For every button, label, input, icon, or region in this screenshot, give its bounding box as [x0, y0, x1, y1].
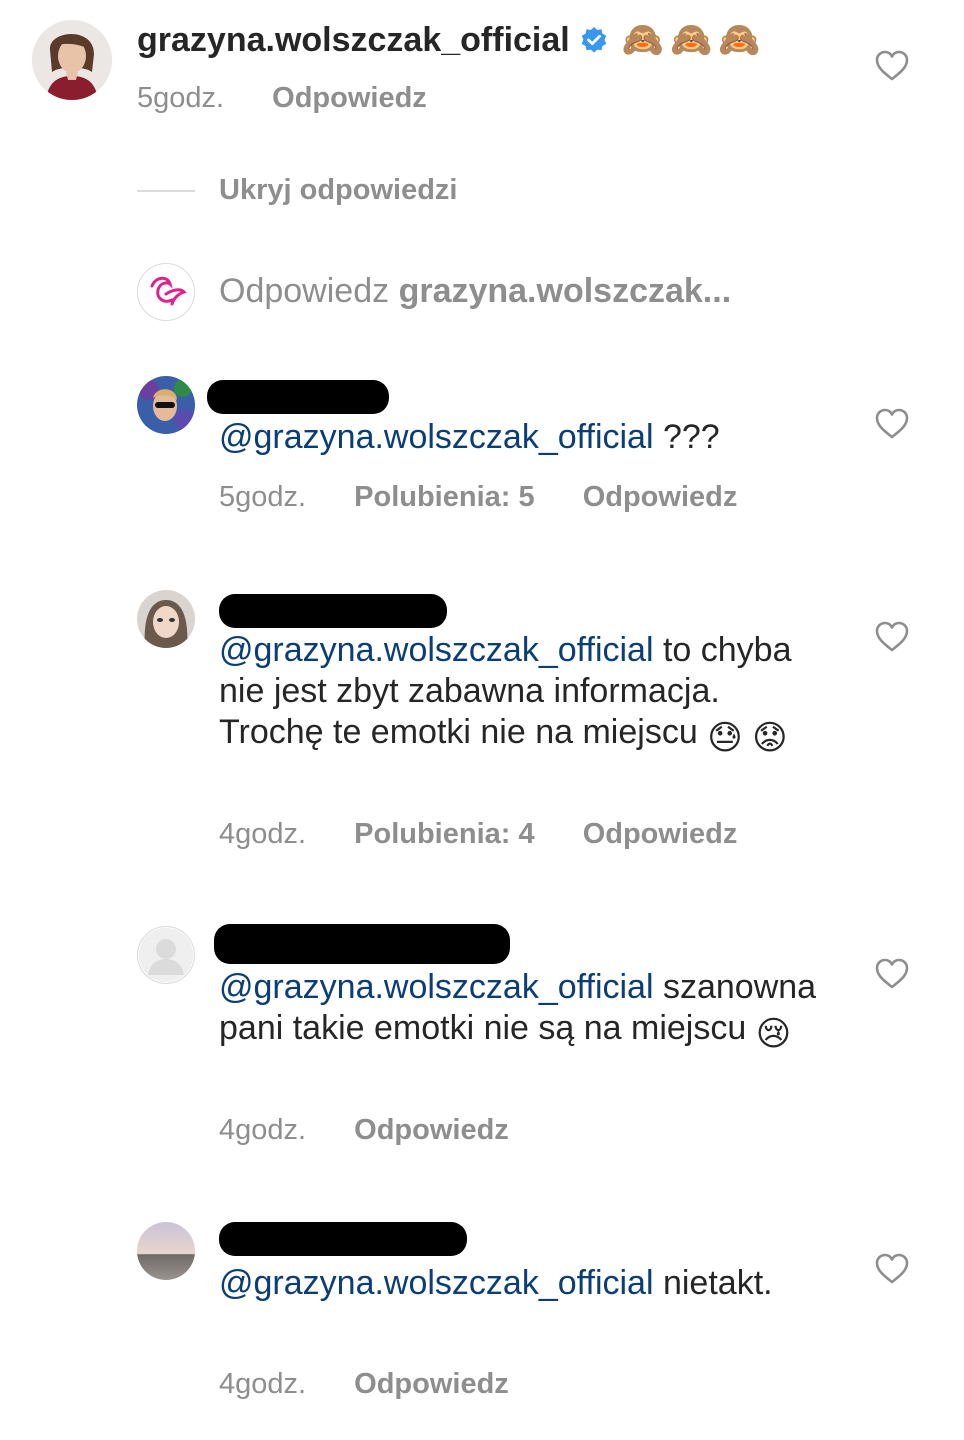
likes-count[interactable]: Polubienia: 4 — [354, 818, 534, 850]
redacted-username-4 — [219, 1222, 467, 1256]
timestamp: 4godz. — [219, 818, 307, 850]
username[interactable]: grazyna.wolszczak_official — [137, 21, 570, 60]
like-heart-icon[interactable] — [875, 958, 909, 990]
reply-1-meta: 5godz. Polubienia: 5 Odpowiedz — [219, 481, 737, 514]
timestamp: 5godz. — [219, 481, 307, 513]
current-user-avatar — [137, 263, 195, 321]
reply-3-meta: 4godz. Odpowiedz — [219, 1114, 509, 1147]
redacted-username-3 — [214, 924, 510, 964]
reply-4-text: @grazyna.wolszczak_official nietakt. — [219, 1264, 773, 1302]
mention-link[interactable]: @grazyna.wolszczak_official — [219, 418, 654, 456]
reply-4-meta: 4godz. Odpowiedz — [219, 1368, 509, 1401]
mention-link[interactable]: @grazyna.wolszczak_official — [219, 1264, 654, 1302]
hide-replies-line — [137, 190, 195, 192]
reply-input-target: grazyna.wolszczak... — [398, 272, 732, 310]
avatar-reply-4[interactable] — [137, 1222, 195, 1280]
like-heart-icon[interactable] — [875, 408, 909, 440]
reply-input[interactable]: Odpowiedz grazyna.wolszczak... — [219, 272, 731, 311]
avatar-placeholder-icon[interactable] — [137, 926, 195, 984]
reply-button[interactable]: Odpowiedz — [583, 481, 738, 513]
avatar-grazyna[interactable] — [32, 20, 112, 100]
emoji-crying: 😢 — [755, 1015, 792, 1053]
top-comment-meta: 5godz. Odpowiedz — [137, 82, 427, 115]
timestamp: 5godz. — [137, 82, 225, 114]
timestamp: 4godz. — [219, 1114, 307, 1146]
reply-2-text: @grazyna.wolszczak_official to chyba nie… — [219, 631, 792, 757]
verified-badge-icon — [580, 26, 608, 54]
reply-1-text: @grazyna.wolszczak_official ??? — [219, 418, 720, 456]
redacted-username-2 — [219, 594, 447, 628]
reply-2-meta: 4godz. Polubienia: 4 Odpowiedz — [219, 818, 737, 851]
reply-input-prefix: Odpowiedz — [219, 272, 390, 310]
timestamp: 4godz. — [219, 1368, 307, 1400]
like-heart-icon[interactable] — [875, 1253, 909, 1285]
emoji-monkeys: 🙈🙈🙈 — [621, 21, 767, 59]
hide-replies-button[interactable]: Ukryj odpowiedzi — [219, 174, 457, 207]
mention-link[interactable]: @grazyna.wolszczak_official — [219, 631, 654, 669]
reply-button[interactable]: Odpowiedz — [354, 1114, 509, 1146]
mention-link[interactable]: @grazyna.wolszczak_official — [219, 968, 654, 1006]
reply-3-text: @grazyna.wolszczak_official szanowna pan… — [219, 968, 817, 1053]
like-heart-icon[interactable] — [875, 621, 909, 653]
top-comment-header: grazyna.wolszczak_official 🙈🙈🙈 — [137, 18, 767, 62]
like-heart-icon[interactable] — [875, 50, 909, 82]
redacted-username-1 — [207, 380, 389, 414]
reply-button[interactable]: Odpowiedz — [354, 1368, 509, 1400]
reply-button[interactable]: Odpowiedz — [583, 818, 738, 850]
avatar-reply-1[interactable] — [137, 376, 195, 434]
reply-button[interactable]: Odpowiedz — [272, 82, 427, 114]
avatar-reply-2[interactable] — [137, 590, 195, 648]
emoji-sad: 😓 😟 — [707, 719, 788, 757]
likes-count[interactable]: Polubienia: 5 — [354, 481, 534, 513]
